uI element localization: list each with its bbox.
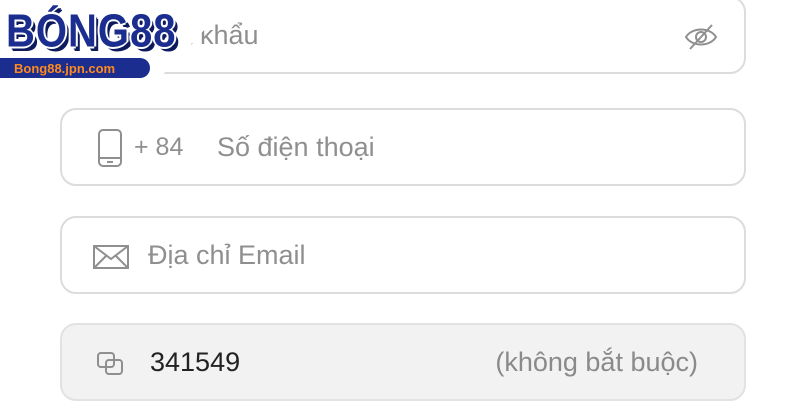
logo-url-strip: Bong88.jpn.com <box>0 58 150 78</box>
logo-url: Bong88.jpn.com <box>14 60 116 76</box>
email-field[interactable]: Địa chỉ Email <box>60 216 746 294</box>
copy-icon <box>96 351 126 377</box>
phone-field[interactable]: + 84 Số điện thoại <box>60 108 746 186</box>
phone-country-code[interactable]: + 84 <box>134 133 183 162</box>
referral-code-value: 341549 <box>150 346 241 377</box>
referral-code-field[interactable]: 341549 (không bắt buộc) <box>60 323 746 401</box>
email-placeholder: Địa chỉ Email <box>148 239 306 270</box>
mail-icon <box>92 244 130 270</box>
eye-off-icon[interactable] <box>684 22 718 52</box>
logo-wordmark: BÓNG88 <box>6 6 177 57</box>
phone-icon <box>96 128 124 168</box>
optional-label: (không bắt buộc) <box>495 346 698 377</box>
phone-placeholder: Số điện thoại <box>217 131 375 162</box>
